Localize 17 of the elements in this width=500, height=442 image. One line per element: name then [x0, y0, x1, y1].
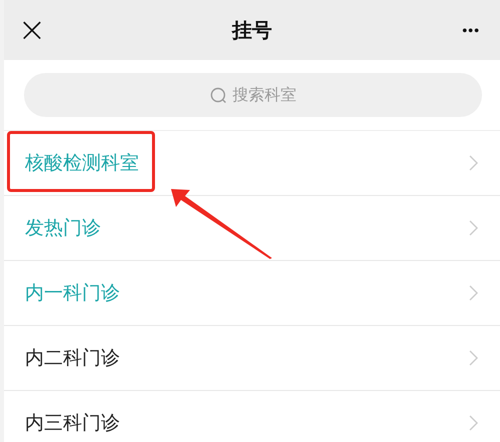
more-button[interactable]: ••• — [462, 22, 480, 38]
department-name: 核酸检测科室 — [25, 151, 139, 176]
department-name: 内一科门诊 — [25, 281, 120, 306]
search-icon — [210, 86, 226, 104]
department-name: 发热门诊 — [25, 216, 101, 241]
department-item[interactable]: 内二科门诊 — [4, 326, 500, 391]
close-button[interactable]: × — [14, 12, 50, 48]
department-item[interactable]: 内三科门诊 — [4, 391, 500, 442]
department-name: 内二科门诊 — [25, 346, 120, 371]
chevron-icon — [469, 350, 478, 366]
search-placeholder: 搜索科室 — [232, 84, 296, 106]
chevron-icon — [469, 220, 478, 236]
page-title: 挂号 — [230, 16, 273, 44]
department-name: 内三科门诊 — [25, 411, 120, 436]
chevron-icon — [469, 415, 478, 431]
chevron-icon — [469, 285, 478, 301]
chevron-icon — [469, 155, 478, 171]
